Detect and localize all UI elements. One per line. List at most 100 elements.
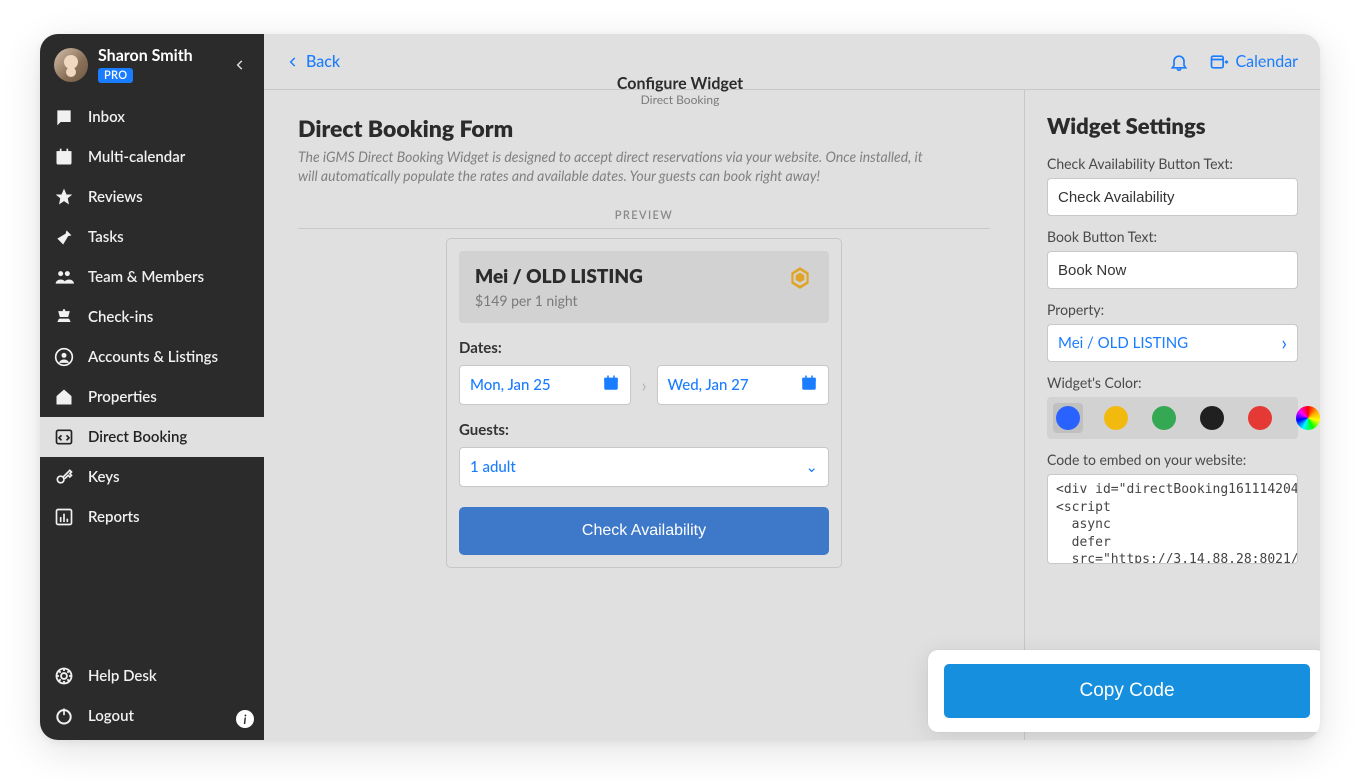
date-from-value: Mon, Jan 25 [470,376,551,394]
color-swatch[interactable] [1053,403,1083,433]
preview-divider: PREVIEW [599,204,689,223]
sidebar-item-label: Team & Members [88,268,204,286]
page-subtitle: Direct Booking [617,92,743,107]
check-button-text-input[interactable] [1047,178,1298,216]
help-icon [54,666,74,686]
broom-icon [54,227,74,247]
sidebar-item-tasks[interactable]: Tasks [40,217,264,257]
color-swatch[interactable] [1197,403,1227,433]
sidebar-header: Sharon Smith PRO [40,34,264,93]
sidebar-item-label: Logout [88,707,134,725]
key-icon [54,467,74,487]
date-to-value: Wed, Jan 27 [668,376,749,394]
calendar-icon [54,147,74,167]
calendar-icon [602,374,620,396]
sidebar-item-reviews[interactable]: Reviews [40,177,264,217]
brand-logo-icon [787,265,813,291]
calendar-button[interactable]: Calendar [1209,52,1298,72]
property-value: Mei / OLD LISTING [1058,334,1188,352]
bell-icon [54,307,74,327]
calendar-icon [800,374,818,396]
guests-value: 1 adult [470,458,516,476]
sidebar-item-accounts-listings[interactable]: Accounts & Listings [40,337,264,377]
color-swatch[interactable] [1149,403,1179,433]
sidebar-item-label: Reports [88,508,140,526]
color-picker-row [1047,397,1298,439]
sidebar-item-logout[interactable]: Logout [40,696,264,736]
date-from-input[interactable]: Mon, Jan 25 [459,365,631,405]
back-button[interactable]: Back [286,52,340,71]
inbox-icon [54,107,74,127]
sidebar-item-label: Keys [88,468,120,486]
listing-header: Mei / OLD LISTING $149 per 1 night [459,251,829,323]
sidebar-item-label: Reviews [88,188,143,206]
setting-label-property: Property: [1047,301,1298,318]
listing-title: Mei / OLD LISTING [475,265,787,288]
user-name: Sharon Smith [98,46,220,65]
widget-settings-panel: Widget Settings Check Availability Butto… [1024,90,1320,740]
book-button-text-input[interactable] [1047,251,1298,289]
sidebar-item-team-members[interactable]: Team & Members [40,257,264,297]
listing-price: $149 per 1 night [475,292,787,309]
guests-label: Guests: [459,421,829,439]
chevron-right-icon: › [641,374,646,396]
form-heading: Direct Booking Form [298,114,990,142]
team-icon [54,267,74,287]
star-icon [54,187,74,207]
plan-badge: PRO [98,68,133,83]
setting-label-code: Code to embed on your website: [1047,451,1298,468]
copy-code-button[interactable]: Copy Code [944,664,1310,718]
setting-label-color: Widget's Color: [1047,374,1298,391]
check-availability-button[interactable]: Check Availability [459,507,829,555]
report-icon [54,507,74,527]
back-label: Back [306,52,340,71]
sidebar-item-multi-calendar[interactable]: Multi-calendar [40,137,264,177]
color-swatch[interactable] [1293,403,1320,433]
sidebar-item-label: Direct Booking [88,428,187,446]
sidebar-collapse-button[interactable] [230,55,250,75]
sidebar-item-keys[interactable]: Keys [40,457,264,497]
embed-code-box[interactable]: <div id="directBooking1611142040421" <sc… [1047,474,1298,564]
sidebar-item-help-desk[interactable]: Help Desk [40,656,264,696]
page-title: Configure Widget [617,74,743,93]
sidebar-item-label: Tasks [88,228,124,246]
account-icon [54,347,74,367]
info-icon[interactable]: i [236,710,254,728]
guests-select[interactable]: 1 adult ⌄ [459,447,829,487]
calendar-label: Calendar [1235,52,1298,71]
copy-code-card: Copy Code [928,650,1320,732]
setting-label-book: Book Button Text: [1047,228,1298,245]
color-swatch[interactable] [1101,403,1131,433]
sidebar-item-reports[interactable]: Reports [40,497,264,537]
embed-icon [54,427,74,447]
sidebar-item-label: Properties [88,388,157,406]
sidebar-item-label: Accounts & Listings [88,348,218,366]
sidebar: Sharon Smith PRO Inbox Multi-calendar Revi… [40,34,264,740]
form-description: The iGMS Direct Booking Widget is design… [298,148,938,186]
topbar: Back Configure Widget Direct Booking Cal… [264,34,1320,90]
sidebar-item-label: Help Desk [88,667,157,685]
sidebar-item-label: Check-ins [88,308,153,326]
house-icon [54,387,74,407]
setting-label-check: Check Availability Button Text: [1047,155,1298,172]
sidebar-item-direct-booking[interactable]: Direct Booking [40,417,264,457]
sidebar-item-label: Multi-calendar [88,148,185,166]
sidebar-item-check-ins[interactable]: Check-ins [40,297,264,337]
avatar[interactable] [54,48,88,82]
color-swatch[interactable] [1245,403,1275,433]
settings-heading: Widget Settings [1047,112,1298,139]
chevron-down-icon: ⌄ [805,458,818,476]
preview-label: PREVIEW [607,209,681,222]
widget-preview: Mei / OLD LISTING $149 per 1 night Dates… [446,238,842,568]
chevron-right-icon [1281,331,1287,355]
sidebar-item-label: Inbox [88,108,125,126]
logout-icon [54,706,74,726]
property-select[interactable]: Mei / OLD LISTING [1047,324,1298,362]
notifications-button[interactable] [1169,52,1189,72]
main: Back Configure Widget Direct Booking Cal… [264,34,1320,740]
sidebar-item-properties[interactable]: Properties [40,377,264,417]
date-to-input[interactable]: Wed, Jan 27 [657,365,829,405]
form-area: Direct Booking Form The iGMS Direct Book… [264,90,1024,740]
dates-label: Dates: [459,339,829,357]
sidebar-item-inbox[interactable]: Inbox [40,97,264,137]
